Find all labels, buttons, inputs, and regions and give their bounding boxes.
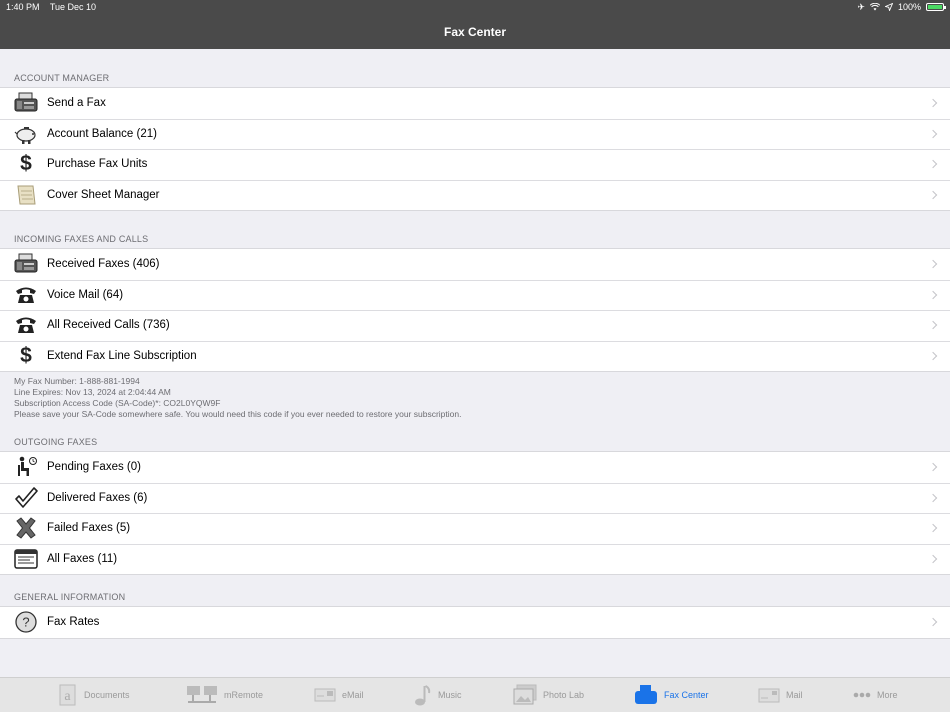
fax-number-text: My Fax Number: 1-888-881-1994: [14, 376, 140, 386]
sa-code-note: Please save your SA-Code somewhere safe.…: [14, 409, 462, 419]
row-label: Cover Sheet Manager: [47, 188, 160, 201]
outgoing-group: Pending Faxes (0) Delivered Faxes (6) Fa…: [0, 451, 950, 575]
question-icon: ?: [12, 610, 40, 634]
row-label: Fax Rates: [47, 616, 100, 629]
row-pending-faxes[interactable]: Pending Faxes (0): [0, 452, 950, 483]
row-label: All Received Calls (736): [47, 319, 170, 332]
svg-text:a: a: [64, 689, 71, 704]
row-label: Failed Faxes (5): [47, 522, 131, 535]
documents-icon: a: [58, 684, 78, 706]
sa-code-text: Subscription Access Code (SA-Code)*: CO2…: [14, 398, 221, 408]
status-right: ✈ 100%: [857, 1, 946, 13]
row-send-a-fax[interactable]: Send a Fax: [0, 88, 950, 119]
section-header-general: GENERAL INFORMATION: [14, 592, 126, 602]
tab-label: Mail: [786, 690, 803, 700]
row-label: Pending Faxes (0): [47, 461, 141, 474]
tab-mail[interactable]: Mail: [758, 686, 803, 704]
status-bar: 1:40 PM Tue Dec 10 ✈ 100%: [0, 0, 950, 14]
tab-fax-center[interactable]: Fax Center: [634, 684, 709, 706]
section-header-outgoing: OUTGOING FAXES: [14, 437, 98, 447]
mail-icon: [758, 686, 780, 704]
tab-label: eMail: [342, 690, 364, 700]
row-label: Received Faxes (406): [47, 258, 160, 271]
row-label: Send a Fax: [47, 97, 106, 110]
status-time: 1:40 PM: [6, 2, 40, 12]
row-label: Voice Mail (64): [47, 288, 124, 301]
tab-mremote[interactable]: mRemote: [186, 684, 263, 706]
row-failed-faxes[interactable]: Failed Faxes (5): [0, 513, 950, 544]
row-label: Extend Fax Line Subscription: [47, 349, 197, 362]
waiting-person-icon: [12, 455, 40, 479]
incoming-group: Received Faxes (406) Voice Mail (64) All…: [0, 248, 950, 372]
nav-bar: Fax Center: [0, 14, 950, 49]
network-icon: [186, 684, 218, 706]
row-extend-fax-line[interactable]: $ Extend Fax Line Subscription: [0, 340, 950, 372]
account-manager-group: Send a Fax Account Balance (21) $ Purcha…: [0, 87, 950, 211]
x-mark-icon: [12, 516, 40, 540]
status-date: Tue Dec 10: [49, 2, 97, 12]
row-label: Account Balance (21): [47, 127, 157, 140]
status-left: 1:40 PM Tue Dec 10: [6, 2, 104, 12]
tab-music[interactable]: Music: [414, 684, 462, 706]
row-all-received-calls[interactable]: All Received Calls (736): [0, 310, 950, 341]
fax-center-icon: [634, 684, 658, 706]
airplane-icon: ✈: [857, 1, 865, 12]
row-voice-mail[interactable]: Voice Mail (64): [0, 279, 950, 311]
dollar-icon: $: [20, 152, 32, 176]
row-label: Purchase Fax Units: [47, 158, 148, 171]
section-header-incoming: INCOMING FAXES AND CALLS: [14, 234, 149, 244]
scroll-icon: [12, 183, 40, 207]
tab-bar: a Documents mRemote eMail Music Photo La…: [0, 677, 950, 712]
fax-machine-icon: [12, 252, 40, 276]
photos-icon: [513, 684, 537, 706]
row-purchase-fax-units[interactable]: $ Purchase Fax Units: [0, 149, 950, 180]
dollar-icon: $: [20, 343, 32, 367]
battery-icon: [926, 3, 946, 11]
tab-label: More: [877, 690, 898, 700]
row-fax-rates[interactable]: ? Fax Rates: [0, 607, 950, 638]
row-delivered-faxes[interactable]: Delivered Faxes (6): [0, 482, 950, 514]
section-header-account-manager: ACCOUNT MANAGER: [14, 73, 110, 83]
telephone-icon: [12, 313, 40, 337]
tab-label: Photo Lab: [543, 690, 585, 700]
content-area: ACCOUNT MANAGER Send a Fax Account Balan…: [0, 49, 950, 677]
checkmark-icon: [12, 486, 40, 510]
line-expires-text: Line Expires: Nov 13, 2024 at 2:04:44 AM: [14, 387, 171, 397]
page-title: Fax Center: [443, 24, 507, 39]
tab-email[interactable]: eMail: [314, 686, 364, 704]
battery-percent: 100%: [897, 2, 921, 12]
fax-list-icon: [12, 547, 40, 571]
row-received-faxes[interactable]: Received Faxes (406): [0, 249, 950, 280]
tab-label: Music: [438, 690, 462, 700]
tab-more[interactable]: More: [853, 690, 898, 700]
row-account-balance[interactable]: Account Balance (21): [0, 118, 950, 150]
music-note-icon: [414, 684, 432, 706]
row-label: All Faxes (11): [47, 552, 118, 565]
location-icon: [884, 3, 893, 11]
email-icon: [314, 686, 336, 704]
tab-documents[interactable]: a Documents: [58, 684, 130, 706]
general-group: ? Fax Rates: [0, 606, 950, 639]
row-all-faxes[interactable]: All Faxes (11): [0, 543, 950, 575]
row-label: Delivered Faxes (6): [47, 491, 148, 504]
tab-photo-lab[interactable]: Photo Lab: [513, 684, 584, 706]
svg-text:?: ?: [22, 615, 29, 630]
piggy-bank-icon: [12, 122, 40, 146]
telephone-icon: [12, 283, 40, 307]
tab-label: mRemote: [224, 690, 264, 700]
fax-machine-icon: [12, 91, 40, 115]
more-dots-icon: [853, 692, 871, 698]
subscription-info: My Fax Number: 1-888-881-1994 Line Expir…: [14, 376, 461, 420]
row-cover-sheet-manager[interactable]: Cover Sheet Manager: [0, 179, 950, 211]
tab-label: Fax Center: [664, 690, 709, 700]
tab-label: Documents: [84, 690, 130, 700]
wifi-icon: [869, 3, 880, 11]
